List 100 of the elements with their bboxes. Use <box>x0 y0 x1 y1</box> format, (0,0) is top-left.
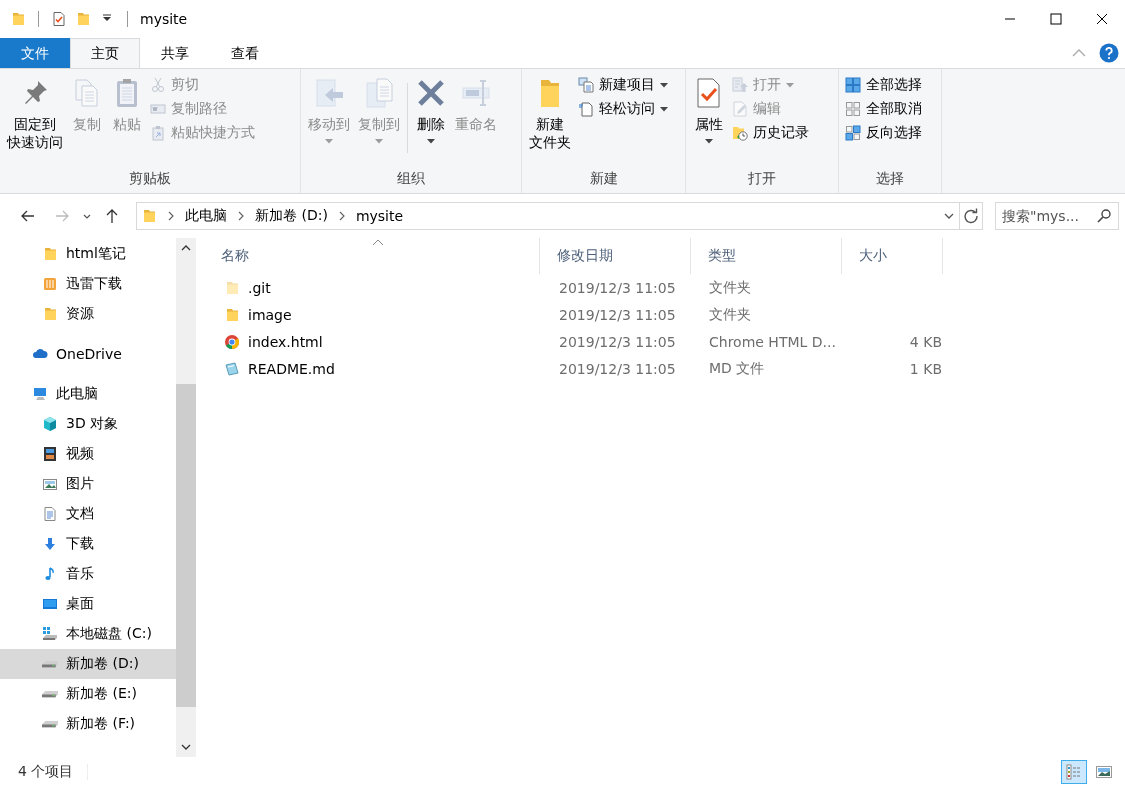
ribbon-tab[interactable]: 查看 <box>210 38 280 68</box>
file-name[interactable]: image <box>248 306 292 323</box>
file-date: 2019/12/3 11:05 <box>559 279 676 296</box>
file-size: 1 KB <box>909 360 942 377</box>
column-header[interactable]: 修改日期 <box>540 238 691 274</box>
caret-icon <box>660 106 668 112</box>
scroll-thumb[interactable] <box>176 384 196 707</box>
rename-icon <box>460 77 492 109</box>
caret-icon <box>325 139 333 145</box>
ribbon-tab[interactable]: 主页 <box>70 38 140 68</box>
chevron-right-icon[interactable] <box>167 211 175 221</box>
ribbon-button[interactable]: 固定到 快速访问 <box>4 73 66 156</box>
file-date: 2019/12/3 11:05 <box>559 306 676 323</box>
nav-item[interactable]: 本地磁盘 (C:) <box>0 619 176 649</box>
file-date: 2019/12/3 11:05 <box>559 360 676 377</box>
ribbon-button[interactable]: 属性 <box>690 73 728 149</box>
edit-icon <box>732 101 748 117</box>
caret-icon <box>427 139 435 145</box>
nav-item[interactable]: 资源 <box>0 299 176 329</box>
open-icon <box>732 77 748 93</box>
file-name[interactable]: index.html <box>248 333 323 350</box>
picture-icon <box>1096 763 1112 780</box>
refresh-icon <box>963 208 979 224</box>
caret-icon <box>375 139 383 145</box>
group-label: 新建 <box>588 170 619 188</box>
ribbon-button[interactable]: 新建 文件夹 <box>526 73 574 156</box>
nav-item[interactable]: 视频 <box>0 439 176 469</box>
search-field[interactable]: 搜索"mys... <box>995 202 1119 230</box>
nav-item[interactable]: 新加卷 (E:) <box>0 679 176 709</box>
windows-drive-icon <box>42 626 58 642</box>
nav-item[interactable]: 桌面 <box>0 589 176 619</box>
computer-icon <box>32 386 48 402</box>
ribbon-button[interactable]: 删除 <box>412 73 450 149</box>
file-date: 2019/12/3 11:05 <box>559 333 676 350</box>
refresh-button[interactable] <box>960 202 983 230</box>
nav-item[interactable]: 此电脑 <box>0 379 176 409</box>
nav-item[interactable]: 音乐 <box>0 559 176 589</box>
ribbon-button[interactable]: 轻松访问 <box>576 99 670 119</box>
download-icon <box>42 536 58 552</box>
column-header[interactable]: 名称 <box>204 238 540 274</box>
app-folder-icon <box>42 276 58 292</box>
ribbon-tab[interactable]: 文件 <box>0 38 70 68</box>
file-name[interactable]: README.md <box>248 360 335 377</box>
select-all-icon <box>845 77 861 93</box>
help-icon[interactable] <box>1099 43 1119 63</box>
nav-item[interactable]: OneDrive <box>0 339 176 369</box>
folder-icon <box>42 306 58 322</box>
chevron-right-icon[interactable] <box>237 211 245 221</box>
nav-item[interactable]: 新加卷 (F:) <box>0 709 176 739</box>
breadcrumb[interactable]: mysite <box>355 208 404 224</box>
picture-icon <box>42 476 58 492</box>
drive-icon <box>42 690 58 698</box>
file-type: MD 文件 <box>709 359 765 378</box>
file-name[interactable]: .git <box>248 279 271 296</box>
ribbon-button[interactable]: 反向选择 <box>843 123 924 143</box>
nav-item[interactable]: 迅雷下载 <box>0 269 176 299</box>
cube-icon <box>42 416 58 432</box>
file-type: Chrome HTML D... <box>709 333 836 350</box>
shortcut-icon <box>150 125 166 141</box>
invert-selection-icon <box>845 125 861 141</box>
ribbon-button[interactable]: 新建项目 <box>576 75 670 95</box>
ribbon-button[interactable]: 全部取消 <box>843 99 924 119</box>
column-header[interactable]: 大小 <box>842 238 943 274</box>
file-size: 4 KB <box>909 333 942 350</box>
ribbon-button[interactable]: 历史记录 <box>730 123 811 143</box>
nav-item[interactable]: 新加卷 (D:) <box>0 649 176 679</box>
search-icon[interactable] <box>1096 208 1112 224</box>
chevron-right-icon[interactable] <box>337 211 346 221</box>
ribbon-tab[interactable]: 共享 <box>140 38 210 68</box>
drive-icon <box>42 720 58 728</box>
group-label: 剪贴板 <box>128 170 172 188</box>
address-bar[interactable]: 此电脑 新加卷 (D:) mysite <box>136 202 960 230</box>
history-icon <box>732 125 748 141</box>
nav-item[interactable]: 文档 <box>0 499 176 529</box>
caret-icon <box>705 139 713 145</box>
nav-item[interactable]: 3D 对象 <box>0 409 176 439</box>
breadcrumb[interactable]: 此电脑 <box>185 207 227 225</box>
back-arrow-icon[interactable] <box>20 208 36 224</box>
group-label: 组织 <box>396 170 426 188</box>
group-label: 选择 <box>875 170 905 188</box>
breadcrumb[interactable]: 新加卷 (D:) <box>255 207 328 225</box>
move-icon <box>313 77 345 109</box>
document-icon <box>578 101 594 117</box>
copy-to-icon <box>363 77 395 109</box>
sort-ascending-icon <box>372 239 384 247</box>
nav-item[interactable]: html笔记 <box>0 239 176 269</box>
up-arrow-icon[interactable] <box>104 208 120 224</box>
scrollbar[interactable] <box>176 238 196 757</box>
column-header[interactable]: 类型 <box>691 238 842 274</box>
path-icon <box>150 101 166 117</box>
ribbon-button[interactable]: 全部选择 <box>843 75 924 95</box>
nav-item[interactable]: 下载 <box>0 529 176 559</box>
select-none-icon <box>845 101 861 117</box>
window-title: mysite <box>140 11 188 27</box>
file-type: 文件夹 <box>709 305 751 324</box>
nav-item[interactable]: 图片 <box>0 469 176 499</box>
properties-icon[interactable] <box>51 11 67 27</box>
scissors-icon <box>150 77 166 93</box>
caret-icon <box>786 82 794 88</box>
caret-icon <box>660 82 668 88</box>
